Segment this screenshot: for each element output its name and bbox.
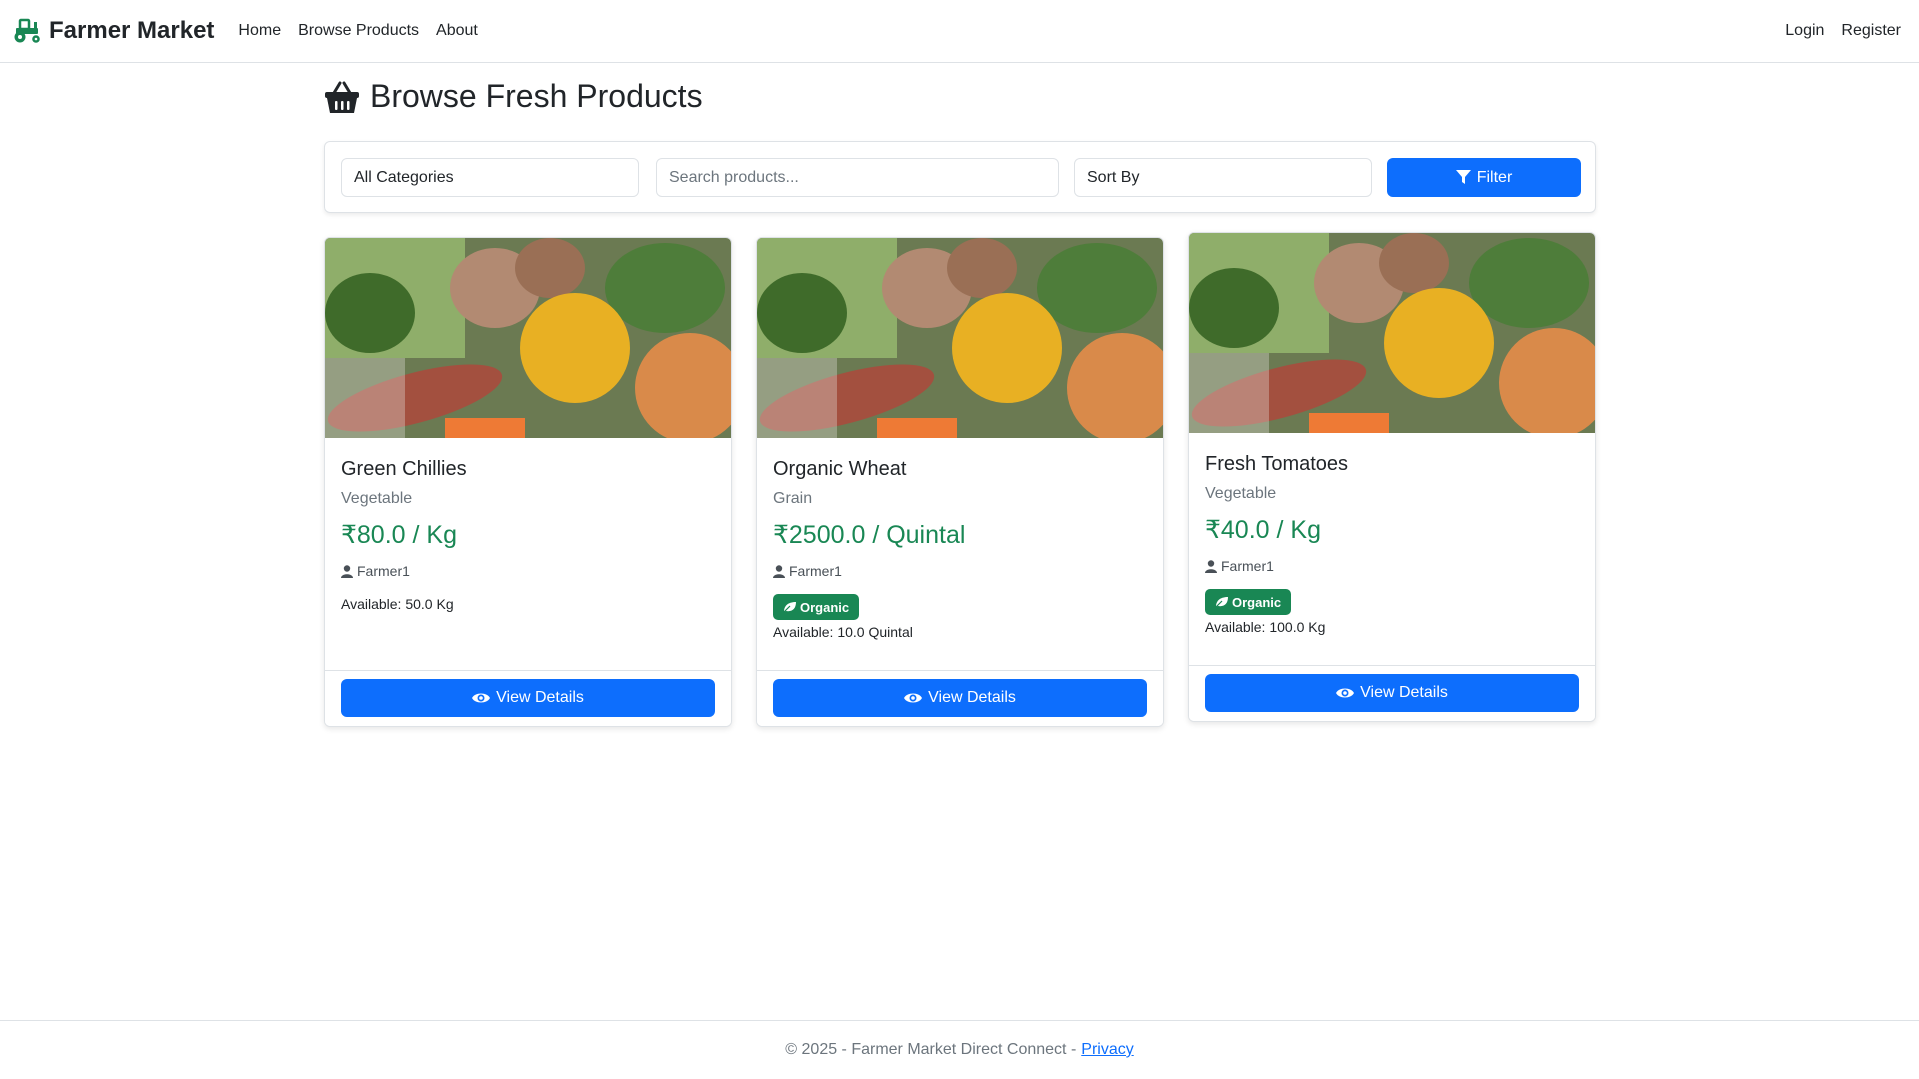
product-image	[325, 238, 731, 438]
product-image	[757, 238, 1163, 438]
product-name[interactable]: Fresh Tomatoes	[1205, 453, 1348, 476]
leaf-icon	[782, 601, 796, 614]
view-details-button[interactable]: View Details	[1205, 674, 1579, 712]
user-icon	[773, 564, 785, 578]
product-category: Grain	[773, 490, 813, 507]
product-availability: Available: 10.0 Quintal	[773, 624, 913, 640]
tractor-icon	[12, 18, 42, 44]
eye-icon	[904, 691, 923, 705]
product-price: ₹2500.0 / Quintal	[773, 521, 966, 549]
nav-link-browse-products[interactable]: Browse Products	[298, 22, 419, 40]
leaf-icon	[1214, 596, 1228, 609]
product-category: Vegetable	[1205, 485, 1277, 502]
organic-badge-label: Organic	[800, 599, 850, 615]
search-input[interactable]: Search products...	[656, 158, 1059, 197]
view-details-label: View Details	[496, 689, 584, 706]
product-name[interactable]: Organic Wheat	[773, 458, 906, 481]
product-price: ₹40.0 / Kg	[1205, 516, 1321, 544]
privacy-link[interactable]: Privacy	[1081, 1041, 1133, 1059]
farmer-name: Farmer1	[1221, 558, 1274, 574]
filter-bar: All Categories Search products... Sort B…	[324, 141, 1596, 213]
product-farmer: Farmer1	[341, 563, 410, 579]
eye-icon	[1336, 686, 1355, 700]
filter-button-label: Filter	[1476, 168, 1513, 186]
view-details-label: View Details	[1360, 684, 1448, 701]
card-footer: View Details	[757, 670, 1163, 726]
nav-link-register[interactable]: Register	[1841, 22, 1901, 40]
category-select[interactable]: All Categories	[341, 158, 639, 197]
product-card-fresh-tomatoes: Fresh Tomatoes Vegetable ₹40.0 / Kg Farm…	[1188, 232, 1596, 722]
product-availability: Available: 100.0 Kg	[1205, 619, 1326, 635]
page-title: Browse Fresh Products	[324, 78, 703, 115]
farmer-name: Farmer1	[789, 563, 842, 579]
organic-badge: Organic	[773, 594, 860, 620]
nav-link-login[interactable]: Login	[1785, 22, 1824, 40]
view-details-label: View Details	[928, 689, 1016, 706]
brand-link[interactable]: Farmer Market	[12, 17, 214, 45]
product-availability: Available: 50.0 Kg	[341, 596, 454, 612]
nav-link-home[interactable]: Home	[238, 22, 281, 40]
footer-copyright: © 2025 - Farmer Market Direct Connect -	[785, 1041, 1077, 1058]
product-card-green-chillies: Green Chillies Vegetable ₹80.0 / Kg Farm…	[324, 237, 732, 727]
view-details-button[interactable]: View Details	[773, 679, 1147, 717]
navbar: Farmer Market Home Browse Products About…	[0, 0, 1919, 63]
product-farmer: Farmer1	[1205, 558, 1274, 574]
product-price: ₹80.0 / Kg	[341, 521, 457, 549]
card-footer: View Details	[1189, 665, 1595, 721]
nav-link-about[interactable]: About	[436, 22, 478, 40]
nav-right: Login Register	[1785, 22, 1901, 40]
filter-icon	[1455, 170, 1471, 185]
organic-badge: Organic	[1205, 589, 1292, 615]
user-icon	[1205, 559, 1217, 573]
page-footer: © 2025 - Farmer Market Direct Connect - …	[0, 1020, 1919, 1079]
product-farmer: Farmer1	[773, 563, 842, 579]
product-image	[1189, 233, 1595, 433]
user-icon	[341, 564, 353, 578]
card-footer: View Details	[325, 670, 731, 726]
product-name[interactable]: Green Chillies	[341, 458, 467, 481]
brand-name: Farmer Market	[49, 17, 215, 44]
eye-icon	[472, 691, 491, 705]
product-category: Vegetable	[341, 490, 413, 507]
filter-button[interactable]: Filter	[1387, 158, 1581, 197]
page-title-text: Browse Fresh Products	[370, 78, 703, 114]
view-details-button[interactable]: View Details	[341, 679, 715, 717]
organic-badge-label: Organic	[1232, 594, 1282, 610]
sort-select[interactable]: Sort By	[1074, 158, 1372, 197]
product-card-organic-wheat: Organic Wheat Grain ₹2500.0 / Quintal Fa…	[756, 237, 1164, 727]
basket-icon	[324, 80, 360, 114]
farmer-name: Farmer1	[357, 563, 410, 579]
